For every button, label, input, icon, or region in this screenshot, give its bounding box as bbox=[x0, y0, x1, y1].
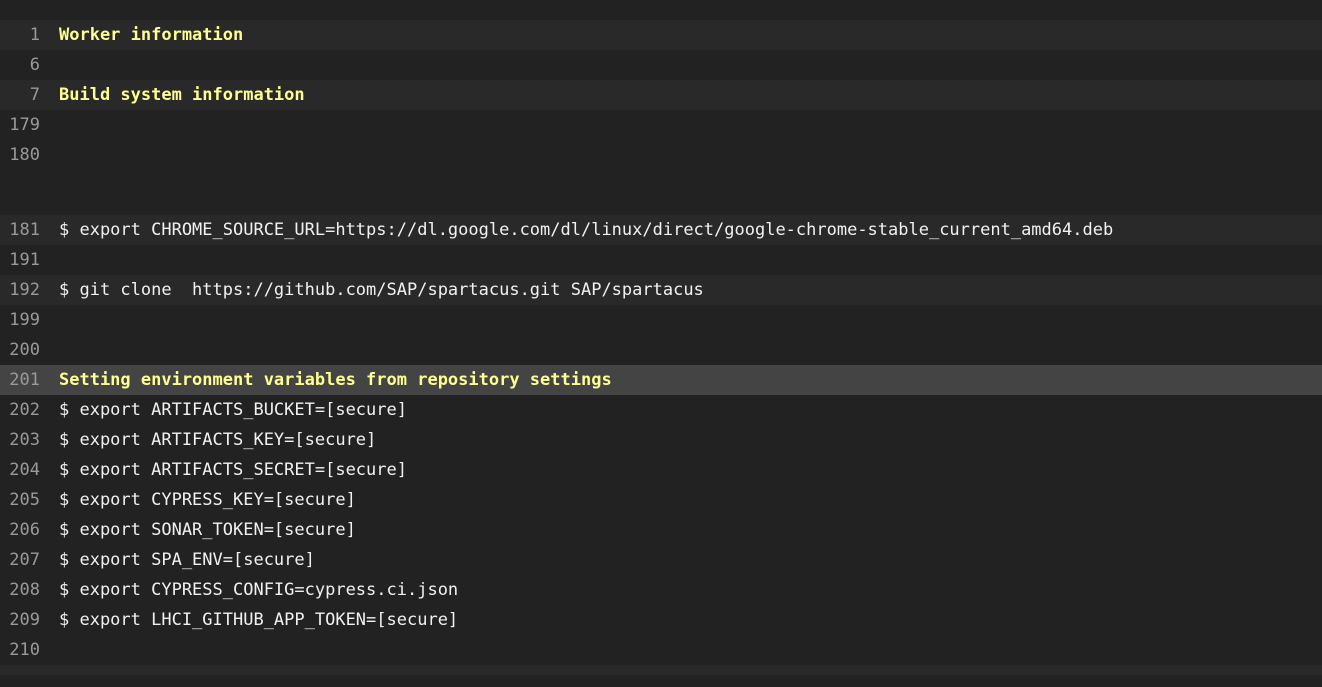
log-line: 210 bbox=[0, 635, 1322, 665]
fold-title: Setting environment variables from repos… bbox=[59, 370, 612, 390]
line-number[interactable]: 199 bbox=[0, 305, 40, 335]
log-line: 203 $ export ARTIFACTS_KEY=[secure] bbox=[0, 425, 1322, 455]
log-line: 204 $ export ARTIFACTS_SECRET=[secure] bbox=[0, 455, 1322, 485]
line-number[interactable]: 202 bbox=[0, 395, 40, 425]
log-line: 205 $ export CYPRESS_KEY=[secure] bbox=[0, 485, 1322, 515]
command-text: $ export SONAR_TOKEN=[secure] bbox=[59, 520, 356, 540]
line-number[interactable]: 1 bbox=[0, 20, 40, 50]
command-text: $ export SPA_ENV=[secure] bbox=[59, 550, 315, 570]
fold-title: Worker information bbox=[59, 25, 244, 45]
command-text: $ git clone https://github.com/SAP/spart… bbox=[59, 280, 704, 300]
log-line: 206 $ export SONAR_TOKEN=[secure] bbox=[0, 515, 1322, 545]
log-line-fold-build-system-info[interactable]: 7 Build system information bbox=[0, 80, 1322, 110]
line-number[interactable]: 7 bbox=[0, 80, 40, 110]
log-line: 209 $ export LHCI_GITHUB_APP_TOKEN=[secu… bbox=[0, 605, 1322, 635]
log-line: 179 bbox=[0, 110, 1322, 140]
log-line: 199 bbox=[0, 305, 1322, 335]
line-number[interactable]: 210 bbox=[0, 635, 40, 665]
log-line-fold-chrome-source[interactable]: 181 $ export CHROME_SOURCE_URL=https://d… bbox=[0, 215, 1322, 245]
log-line: 200 bbox=[0, 335, 1322, 365]
line-number[interactable]: 206 bbox=[0, 515, 40, 545]
log-line: 191 bbox=[0, 245, 1322, 275]
line-number[interactable]: 207 bbox=[0, 545, 40, 575]
build-log: 1 Worker information 6 7 Build system in… bbox=[0, 0, 1322, 675]
log-line: 6 bbox=[0, 50, 1322, 80]
command-text: $ export CYPRESS_CONFIG=cypress.ci.json bbox=[59, 580, 459, 600]
line-number[interactable]: 191 bbox=[0, 245, 40, 275]
log-line: 208 $ export CYPRESS_CONFIG=cypress.ci.j… bbox=[0, 575, 1322, 605]
command-text: $ export LHCI_GITHUB_APP_TOKEN=[secure] bbox=[59, 610, 459, 630]
fold-title: Build system information bbox=[59, 85, 305, 105]
line-number[interactable]: 179 bbox=[0, 110, 40, 140]
log-fold-edge bbox=[0, 665, 1322, 675]
line-number[interactable]: 180 bbox=[0, 140, 40, 170]
line-number[interactable]: 209 bbox=[0, 605, 40, 635]
command-text: $ export CHROME_SOURCE_URL=https://dl.go… bbox=[59, 220, 1114, 240]
log-line: 180 bbox=[0, 140, 1322, 215]
log-line: 207 $ export SPA_ENV=[secure] bbox=[0, 545, 1322, 575]
command-text: $ export ARTIFACTS_BUCKET=[secure] bbox=[59, 400, 407, 420]
line-number[interactable]: 201 bbox=[0, 365, 40, 395]
line-number[interactable]: 200 bbox=[0, 335, 40, 365]
line-number[interactable]: 203 bbox=[0, 425, 40, 455]
line-number[interactable]: 208 bbox=[0, 575, 40, 605]
command-text: $ export ARTIFACTS_SECRET=[secure] bbox=[59, 460, 407, 480]
line-number[interactable]: 6 bbox=[0, 50, 40, 80]
line-number[interactable]: 181 bbox=[0, 215, 40, 245]
log-line-fold-env-vars[interactable]: 201 Setting environment variables from r… bbox=[0, 365, 1322, 395]
log-line-fold-git-clone[interactable]: 192 $ git clone https://github.com/SAP/s… bbox=[0, 275, 1322, 305]
command-text: $ export ARTIFACTS_KEY=[secure] bbox=[59, 430, 377, 450]
line-number[interactable]: 192 bbox=[0, 275, 40, 305]
log-line-fold-worker-info[interactable]: 1 Worker information bbox=[0, 20, 1322, 50]
command-text: $ export CYPRESS_KEY=[secure] bbox=[59, 490, 356, 510]
log-line: 202 $ export ARTIFACTS_BUCKET=[secure] bbox=[0, 395, 1322, 425]
line-number[interactable]: 205 bbox=[0, 485, 40, 515]
line-number[interactable]: 204 bbox=[0, 455, 40, 485]
